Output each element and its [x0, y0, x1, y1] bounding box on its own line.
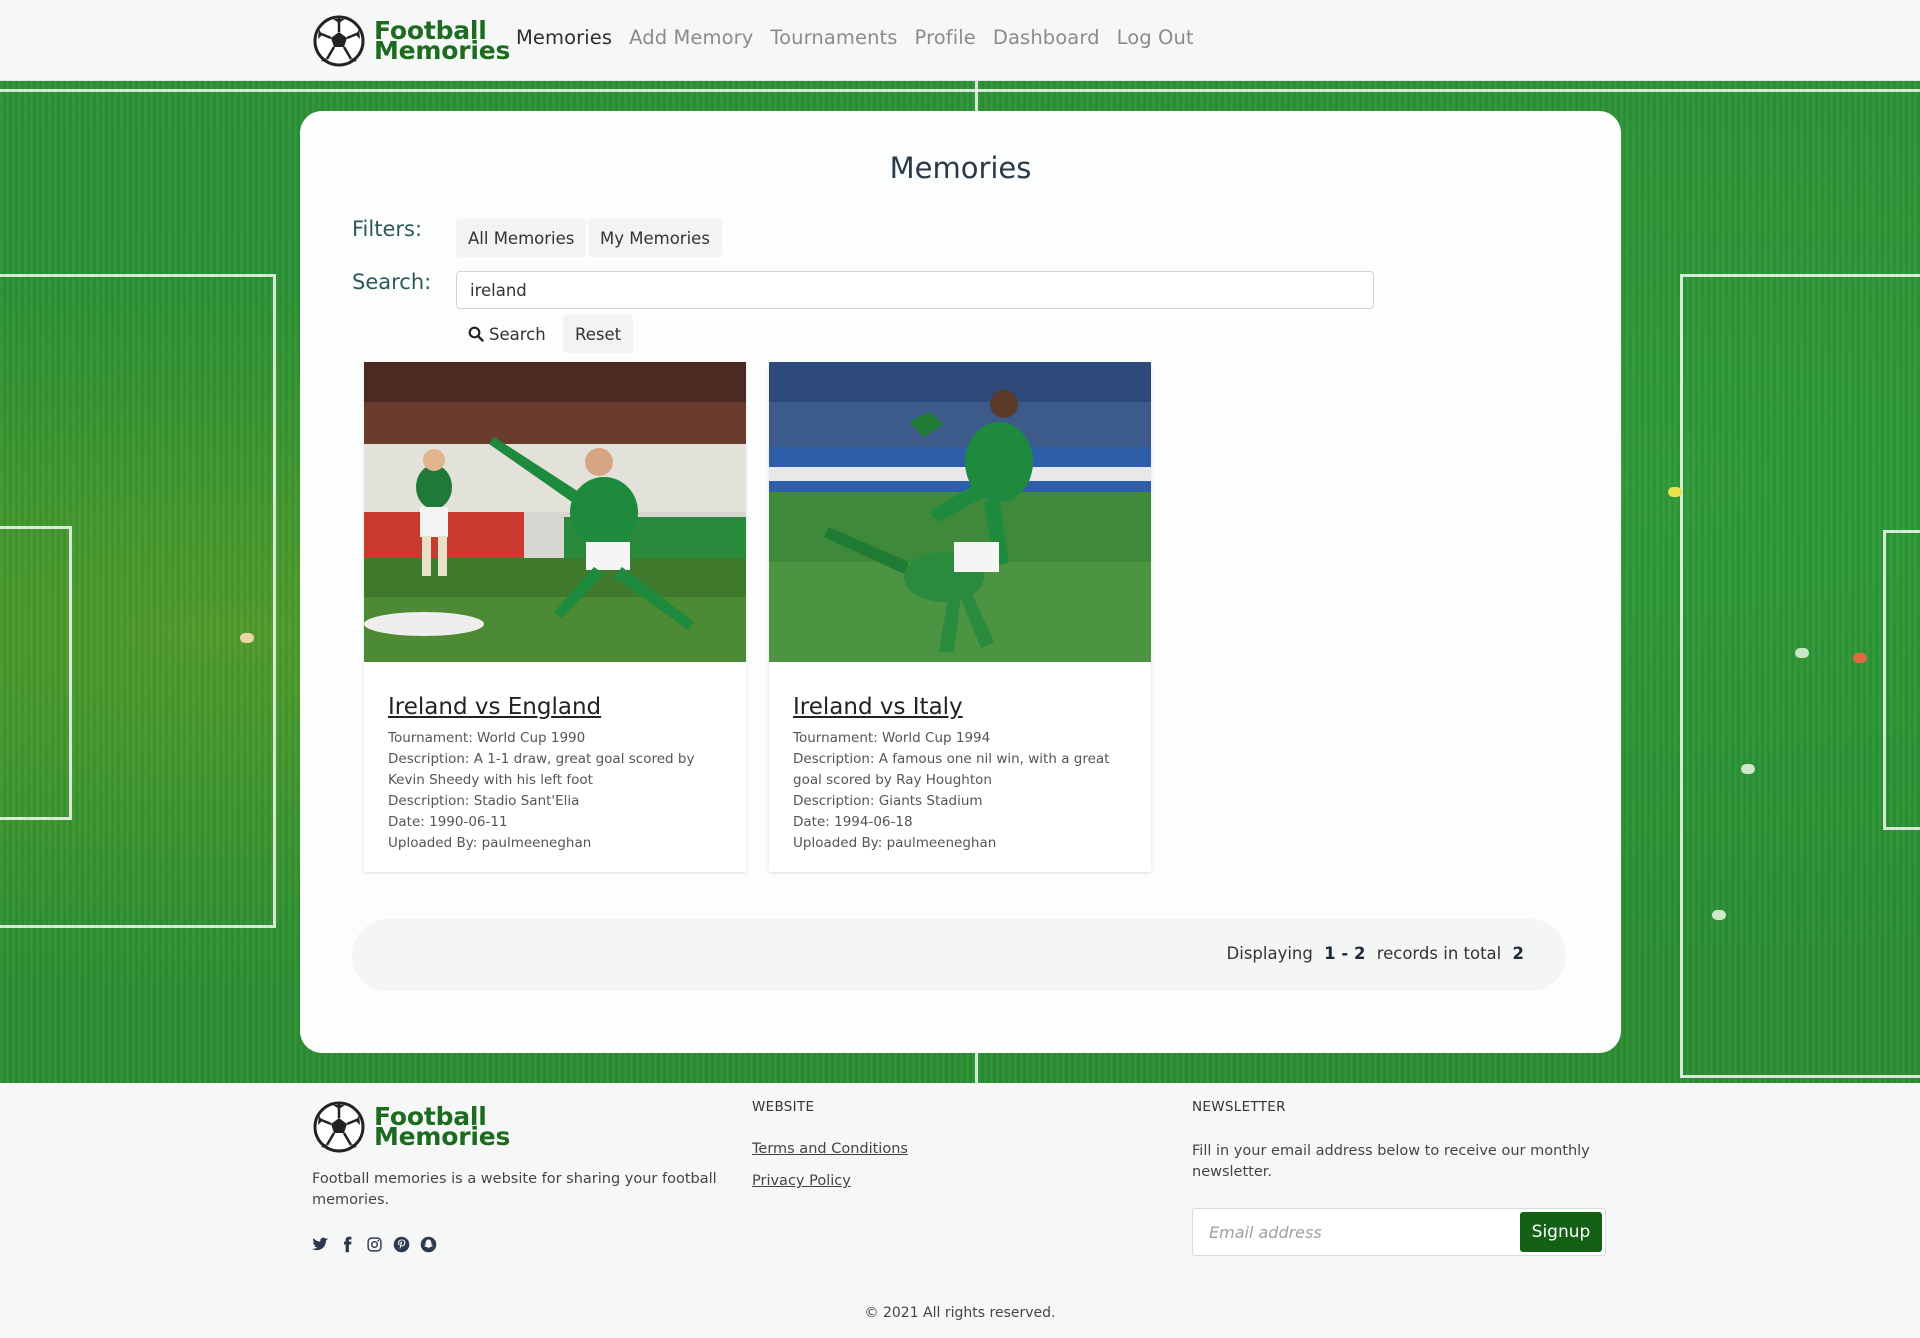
reset-button[interactable]: Reset: [563, 315, 634, 353]
pager-middle: records in total: [1376, 944, 1502, 963]
pinterest-icon[interactable]: [393, 1236, 410, 1253]
newsletter-form: Signup: [1192, 1208, 1606, 1256]
nav-log-out[interactable]: Log Out: [1117, 26, 1194, 49]
memories-panel: Memories Filters: All Memories My Memori…: [300, 111, 1621, 1053]
player-marker: [1741, 764, 1755, 774]
copyright-text: © 2021 All rights reserved.: [864, 1305, 1056, 1321]
memory-uploaded-by: Uploaded By: paulmeeneghan: [793, 835, 997, 851]
left-goal-box: [0, 526, 72, 820]
brand-name: Football Memories: [374, 18, 511, 65]
player-marker: [1853, 653, 1867, 663]
memory-card: Ireland vs England Tournament: World Cup…: [364, 362, 746, 872]
brand-line-2: Memories: [374, 36, 511, 65]
nav-add-memory[interactable]: Add Memory: [629, 26, 753, 49]
pagination-summary: Displaying 1 - 2 records in total 2: [1227, 944, 1530, 963]
memory-card: Ireland vs Italy Tournament: World Cup 1…: [769, 362, 1151, 872]
filters-label: Filters:: [352, 217, 423, 241]
terms-link[interactable]: Terms and Conditions: [752, 1141, 908, 1157]
email-field[interactable]: [1193, 1209, 1513, 1255]
player-marker: [1712, 910, 1726, 920]
search-input[interactable]: [456, 271, 1374, 309]
memory-date: Date: 1990-06-11: [388, 814, 508, 830]
memory-venue: Description: Giants Stadium: [793, 793, 983, 809]
main-nav: Memories Add Memory Tournaments Profile …: [516, 26, 1211, 49]
pager-total: 2: [1512, 944, 1524, 963]
nav-profile[interactable]: Profile: [915, 26, 976, 49]
filter-my-memories-button[interactable]: My Memories: [588, 219, 722, 257]
pager-range: 1 - 2: [1324, 944, 1366, 963]
memory-uploaded-by: Uploaded By: paulmeeneghan: [388, 835, 592, 851]
privacy-link[interactable]: Privacy Policy: [752, 1173, 851, 1189]
nav-tournaments[interactable]: Tournaments: [770, 26, 897, 49]
newsletter-text: Fill in your email address below to rece…: [1192, 1143, 1590, 1180]
footer-about-text: Football memories is a website for shari…: [312, 1171, 717, 1208]
twitter-icon[interactable]: [312, 1236, 329, 1253]
memory-tournament: Tournament: World Cup 1994: [793, 730, 991, 746]
memory-details: Ireland vs England Tournament: World Cup…: [388, 694, 728, 854]
ireland-italy-photo: [769, 362, 1151, 662]
pitch-touchline: [0, 89, 1920, 92]
soccer-ball-icon: [313, 1101, 365, 1153]
search-icon: [468, 326, 484, 342]
footer-brand-logo[interactable]: Football Memories: [313, 1101, 510, 1153]
brand-line-2: Memories: [374, 1122, 511, 1151]
page-title: Memories: [889, 151, 1032, 185]
memory-tournament: Tournament: World Cup 1990: [388, 730, 586, 746]
search-button-label: Search: [489, 324, 546, 344]
memory-details: Ireland vs Italy Tournament: World Cup 1…: [793, 694, 1133, 854]
signup-button[interactable]: Signup: [1520, 1212, 1602, 1252]
filter-all-memories-button[interactable]: All Memories: [456, 219, 587, 257]
memory-photo[interactable]: [364, 362, 746, 662]
soccer-ball-icon: [313, 15, 365, 67]
memory-venue: Description: Stadio Sant'Elia: [388, 793, 580, 809]
memory-description: Description: A 1-1 draw, great goal scor…: [388, 751, 695, 788]
newsletter-heading: NEWSLETTER: [1192, 1099, 1286, 1115]
nav-memories[interactable]: Memories: [516, 26, 612, 49]
site-footer: Football Memories Football memories is a…: [0, 1083, 1920, 1338]
memory-date: Date: 1994-06-18: [793, 814, 913, 830]
memory-title-link[interactable]: Ireland vs Italy: [793, 694, 1133, 720]
footer-brand-name: Football Memories: [374, 1104, 511, 1151]
memory-description: Description: A famous one nil win, with …: [793, 751, 1110, 788]
snapchat-icon[interactable]: [420, 1236, 437, 1253]
search-label: Search:: [352, 270, 432, 294]
brand-logo[interactable]: Football Memories: [313, 15, 510, 67]
ireland-england-photo: [364, 362, 746, 662]
facebook-icon[interactable]: [339, 1236, 356, 1253]
instagram-icon[interactable]: [366, 1236, 383, 1253]
website-heading: WEBSITE: [752, 1099, 815, 1115]
social-links: [312, 1236, 447, 1253]
pagination-bar: Displaying 1 - 2 records in total 2: [352, 919, 1566, 991]
memory-title-link[interactable]: Ireland vs England: [388, 694, 728, 720]
player-marker: [1668, 487, 1682, 497]
search-button[interactable]: Search: [456, 315, 558, 353]
pager-prefix: Displaying: [1226, 944, 1313, 963]
nav-dashboard[interactable]: Dashboard: [993, 26, 1100, 49]
memory-photo[interactable]: [769, 362, 1151, 662]
right-goal-box: [1883, 530, 1920, 830]
player-marker: [240, 633, 254, 643]
player-marker: [1795, 648, 1809, 658]
top-navbar: Football Memories Memories Add Memory To…: [0, 0, 1920, 81]
